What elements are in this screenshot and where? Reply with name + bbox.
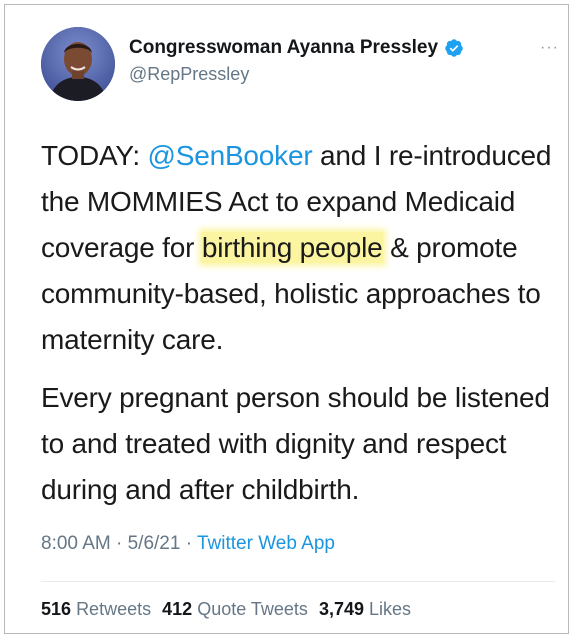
mention-link[interactable]: @SenBooker <box>148 140 313 171</box>
author-avatar[interactable] <box>41 27 115 101</box>
retweets-label: Retweets <box>76 599 152 619</box>
tweet-paragraph-1: TODAY: @SenBooker and I re-introduced th… <box>41 133 561 363</box>
tweet-time[interactable]: 8:00 AM <box>41 533 111 554</box>
quote-tweets-stat[interactable]: 412 Quote Tweets <box>162 599 308 619</box>
tweet-date[interactable]: 5/6/21 <box>128 533 181 554</box>
more-options-icon[interactable]: ··· <box>540 39 559 57</box>
verified-badge-icon <box>444 38 464 58</box>
divider <box>41 581 555 582</box>
meta-separator: · <box>180 533 197 554</box>
retweets-count: 516 <box>41 599 72 619</box>
author-handle[interactable]: @RepPressley <box>129 64 464 85</box>
tweet-paragraph-2: Every pregnant person should be listened… <box>41 382 550 505</box>
quote-tweets-label: Quote Tweets <box>197 599 308 619</box>
tweet-text-segment: TODAY: <box>41 140 148 171</box>
tweet-source-link[interactable]: Twitter Web App <box>197 533 335 554</box>
tweet-header: Congresswoman Ayanna Pressley @RepPressl… <box>41 25 561 101</box>
retweets-stat[interactable]: 516 Retweets <box>41 599 151 619</box>
avatar-image <box>41 27 115 101</box>
display-name-row: Congresswoman Ayanna Pressley <box>129 37 464 59</box>
author-names: Congresswoman Ayanna Pressley @RepPressl… <box>129 37 464 85</box>
tweet-text: TODAY: @SenBooker and I re-introduced th… <box>41 133 561 513</box>
likes-count: 3,749 <box>318 599 364 619</box>
highlighted-phrase: birthing people <box>201 232 383 263</box>
author-display-name[interactable]: Congresswoman Ayanna Pressley <box>129 37 438 59</box>
meta-separator: · <box>110 533 128 554</box>
tweet-meta: 8:00 AM · 5/6/21 · Twitter Web App <box>41 533 335 555</box>
quote-tweets-count: 412 <box>162 599 193 619</box>
likes-stat[interactable]: 3,749 Likes <box>319 599 411 619</box>
likes-label: Likes <box>369 599 412 619</box>
tweet-card: Congresswoman Ayanna Pressley @RepPressl… <box>4 4 569 634</box>
tweet-stats: 516 Retweets 412 Quote Tweets 3,749 Like… <box>41 599 417 620</box>
